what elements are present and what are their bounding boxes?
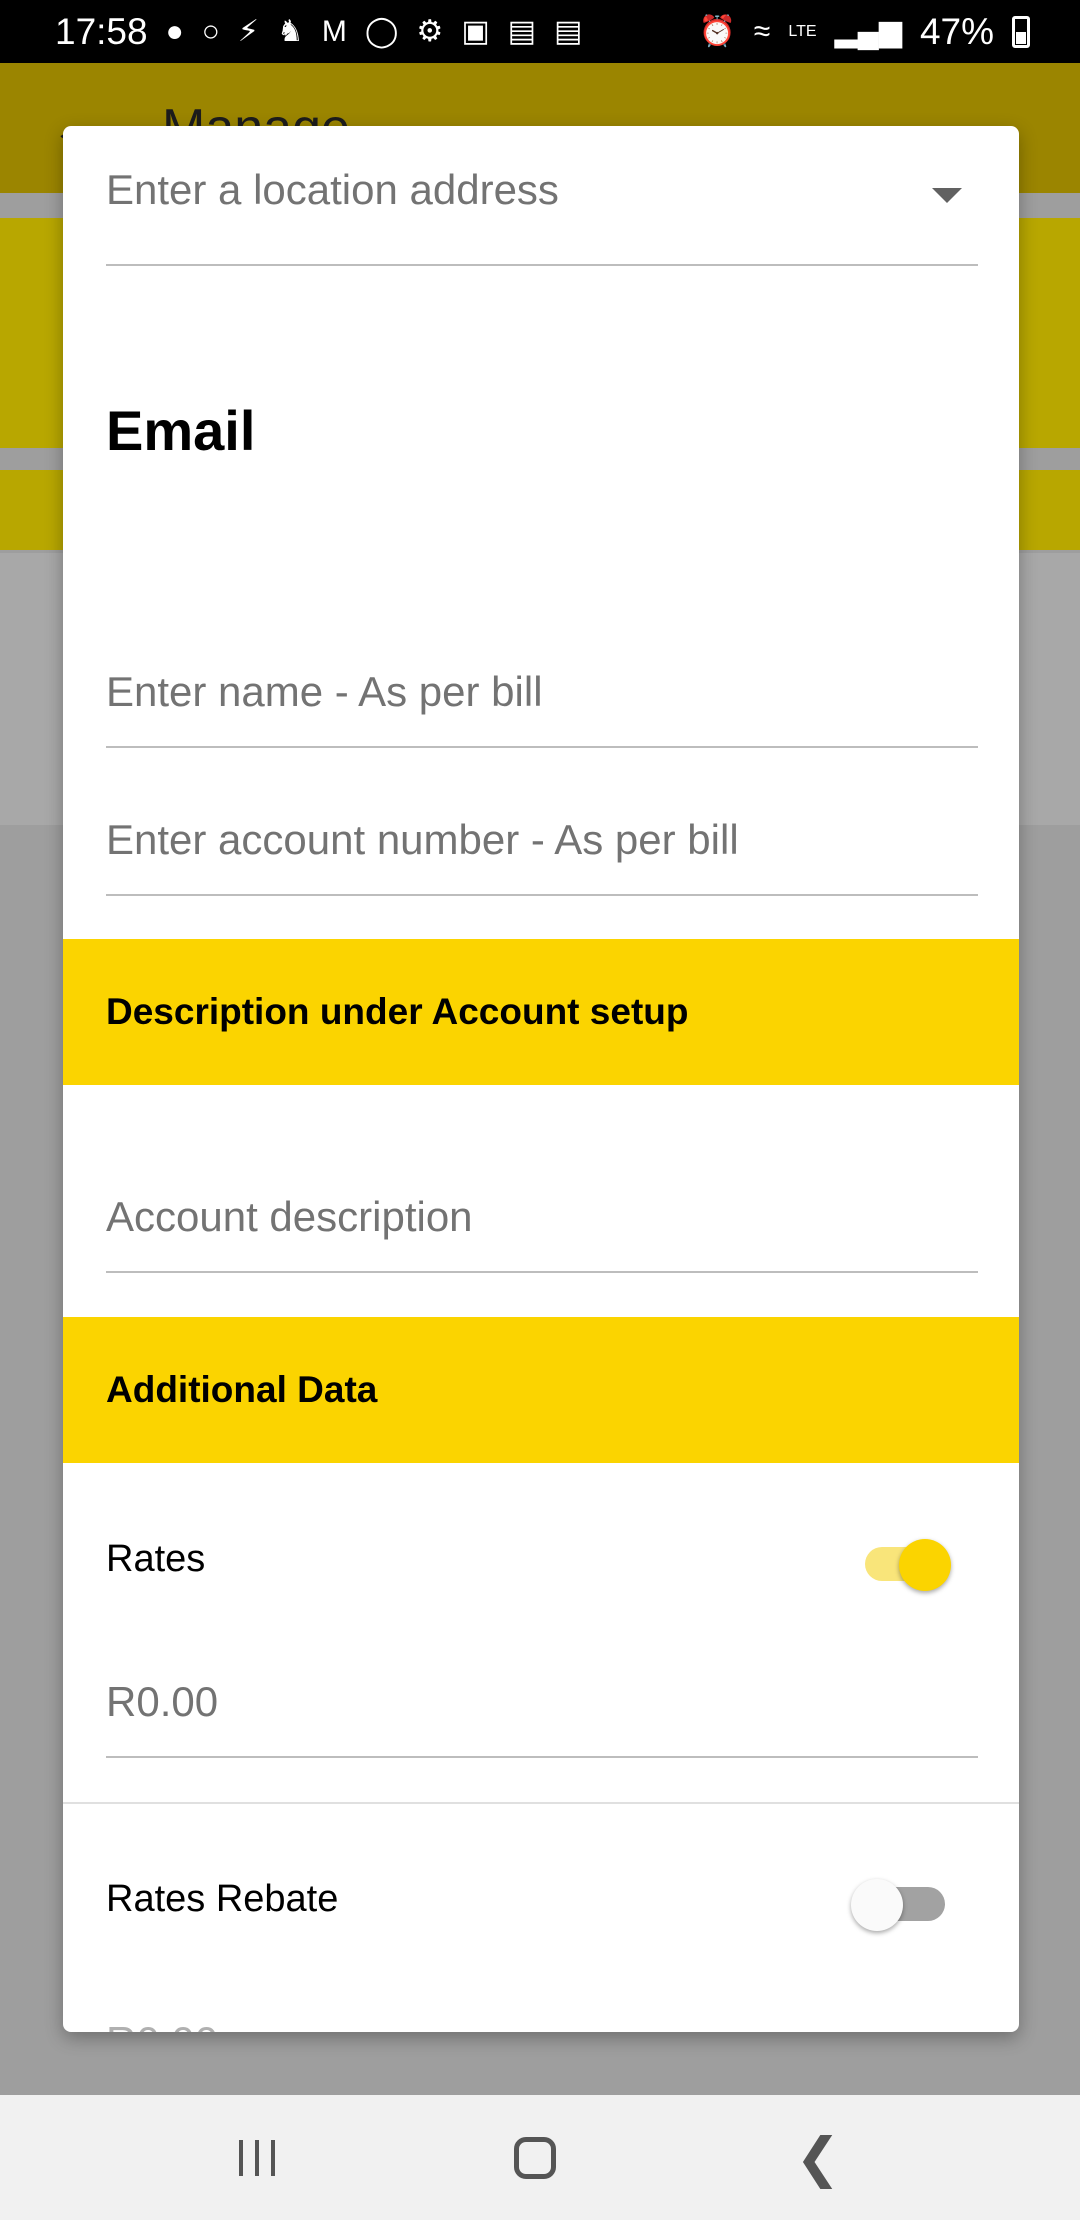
calendar-alt-icon: ▤	[554, 14, 583, 48]
bolt-icon: ⚡	[237, 14, 259, 48]
wrench-icon: ⚙	[416, 14, 444, 48]
status-left: 17:58 ● ○ ⚡ ♞ M ◯ ⚙ ▣ ▤ ▤	[55, 11, 582, 53]
calendar-icon: ▤	[507, 14, 537, 48]
system-nav-bar: ❮	[0, 2095, 1080, 2220]
imo-icon: ○	[201, 14, 220, 48]
account-number-placeholder: Enter account number - As per bill	[106, 816, 739, 863]
dropdown-caret-icon[interactable]	[932, 188, 962, 203]
status-bar: 17:58 ● ○ ⚡ ♞ M ◯ ⚙ ▣ ▤ ▤ ⏰ ≈ LTE ▂▄▆ 47…	[0, 0, 1080, 63]
battery-percent: 47%	[919, 10, 994, 52]
location-address-dropdown[interactable]: Enter a location address	[106, 126, 978, 266]
account-description-placeholder: Account description	[106, 1193, 473, 1240]
account-description-field[interactable]: Account description	[106, 1171, 978, 1273]
account-dialog: Enter a location address Email Enter nam…	[63, 126, 1019, 2032]
alarm-icon: ⏰	[698, 14, 736, 48]
rates-toggle-thumb	[899, 1539, 951, 1591]
status-time: 17:58	[55, 10, 148, 52]
rates-rebate-toggle-thumb	[851, 1879, 903, 1931]
keyhole-icon: ◯	[364, 14, 399, 48]
rates-rebate-amount-field[interactable]: R0.00	[106, 1996, 978, 2032]
recents-icon[interactable]	[239, 2139, 276, 2176]
additional-data-header: Additional Data	[63, 1317, 1019, 1463]
name-field[interactable]: Enter name - As per bill	[106, 646, 978, 748]
description-section-header: Description under Account setup	[63, 939, 1019, 1085]
cat-icon: ♞	[276, 14, 304, 48]
email-label: Email	[106, 399, 256, 462]
rates-rebate-amount-value: R0.00	[106, 2018, 218, 2032]
image-icon: ▣	[461, 14, 490, 48]
network-type: LTE	[788, 22, 817, 40]
gmail-icon: M	[321, 14, 347, 48]
rates-rebate-label: Rates Rebate	[106, 1878, 339, 1920]
location-address-placeholder: Enter a location address	[106, 166, 559, 213]
signal-icon: ▂▄▆	[834, 14, 902, 48]
description-section-title: Description under Account setup	[106, 991, 689, 1032]
rates-toggle[interactable]	[857, 1539, 951, 1591]
rates-rebate-toggle[interactable]	[851, 1879, 947, 1931]
status-right: ⏰ ≈ LTE ▂▄▆ 47%	[699, 11, 1030, 53]
battery-icon	[1012, 15, 1030, 48]
divider	[63, 1802, 1019, 1804]
back-icon[interactable]: ❮	[795, 2126, 840, 2189]
wifi-icon: ≈	[753, 14, 771, 48]
messenger-icon: ●	[165, 14, 184, 48]
rates-label: Rates	[106, 1538, 206, 1580]
rates-amount-value: R0.00	[106, 1678, 219, 1725]
name-field-placeholder: Enter name - As per bill	[106, 668, 543, 715]
rates-amount-field[interactable]: R0.00	[106, 1656, 978, 1758]
additional-data-title: Additional Data	[106, 1369, 378, 1410]
home-icon[interactable]	[514, 2136, 557, 2179]
account-number-field[interactable]: Enter account number - As per bill	[106, 794, 978, 896]
